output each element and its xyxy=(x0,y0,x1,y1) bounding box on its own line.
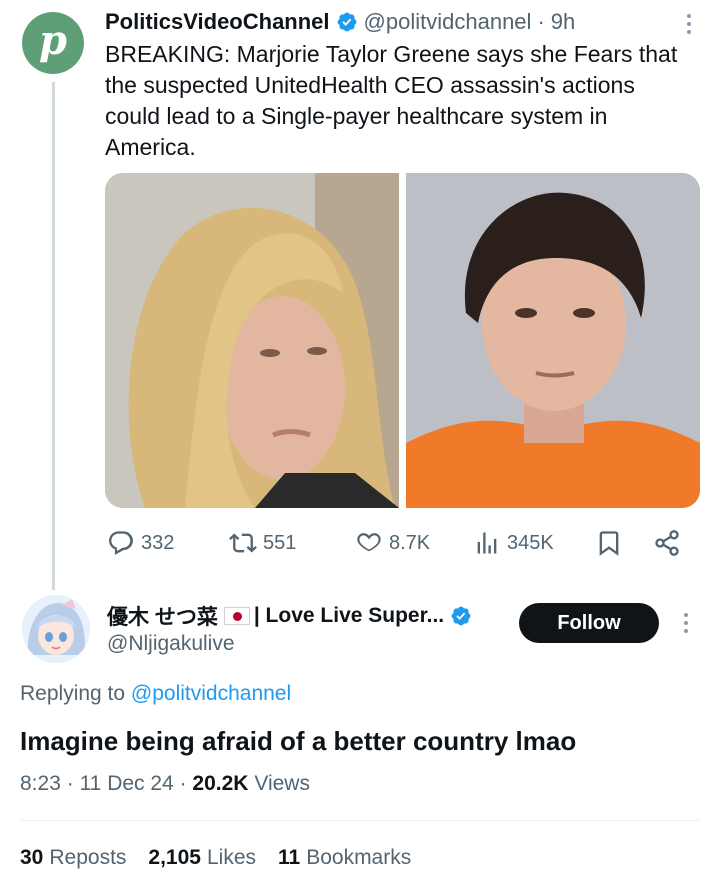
author-name[interactable]: PoliticsVideoChannel xyxy=(105,9,330,35)
replying-to-line: Replying to @politvidchannel xyxy=(20,682,291,706)
bookmarks-stat[interactable]: 11 Bookmarks xyxy=(278,846,411,870)
views-label: Views xyxy=(254,772,310,795)
reply-stats: 30 Reposts 2,105 Likes 11 Bookmarks xyxy=(20,846,411,870)
likes-count: 2,105 xyxy=(148,846,201,869)
repost-icon xyxy=(229,533,257,553)
like-count: 8.7K xyxy=(389,531,431,554)
anime-avatar-illustration xyxy=(22,595,90,663)
analytics-icon xyxy=(477,532,497,554)
original-post: PoliticsVideoChannel @politvidchannel · … xyxy=(105,8,705,163)
views-button[interactable]: 345K xyxy=(473,526,554,560)
avatar[interactable]: p xyxy=(22,12,84,74)
share-button[interactable] xyxy=(653,526,681,560)
like-button[interactable]: 8.7K xyxy=(355,526,430,560)
reply-author-handle[interactable]: @Nljigakulive xyxy=(107,632,235,656)
photo-woman[interactable] xyxy=(105,173,399,508)
verified-badge-icon xyxy=(337,12,356,32)
reply-meta: 8:23 · 11 Dec 24 · 20.2K Views xyxy=(20,772,310,796)
reposts-count: 30 xyxy=(20,846,44,869)
views-count: 20.2K xyxy=(192,772,249,795)
follow-button[interactable]: Follow xyxy=(519,603,659,643)
reply-count: 332 xyxy=(141,531,175,554)
bookmark-icon xyxy=(599,531,619,556)
reply-author-name: 優木 せつ菜 xyxy=(107,606,218,629)
photo-woman-illustration xyxy=(105,173,399,508)
reply-author-name-row[interactable]: 優木 せつ菜 | Love Live Super... xyxy=(107,602,478,630)
repost-count: 551 xyxy=(263,531,297,554)
meta-dot: · xyxy=(66,772,74,795)
views-count: 345K xyxy=(507,531,554,554)
reply-icon xyxy=(109,531,133,555)
bookmarks-count: 11 xyxy=(278,846,301,869)
share-icon xyxy=(655,530,679,556)
reply-time[interactable]: 8:23 xyxy=(20,772,61,795)
repost-button[interactable]: 551 xyxy=(229,526,296,560)
post-action-bar: 332 551 8.7K 345K xyxy=(105,526,705,560)
replying-to-link[interactable]: @politvidchannel xyxy=(131,682,291,705)
reply-text: Imagine being afraid of a better country… xyxy=(20,726,577,756)
post-media[interactable] xyxy=(105,173,700,508)
thread-connector-line xyxy=(52,82,55,590)
divider xyxy=(20,820,700,821)
more-options-icon[interactable] xyxy=(680,611,692,635)
reply-button[interactable]: 332 xyxy=(107,526,174,560)
photo-man[interactable] xyxy=(406,173,700,508)
author-handle[interactable]: @politvidchannel xyxy=(364,9,532,35)
reposts-stat[interactable]: 30 Reposts xyxy=(20,846,126,870)
post-text: BREAKING: Marjorie Taylor Greene says sh… xyxy=(105,41,678,160)
post-header: PoliticsVideoChannel @politvidchannel · … xyxy=(105,8,705,36)
post-time[interactable]: 9h xyxy=(551,9,575,35)
avatar-letter: p xyxy=(39,17,67,64)
reply-author-name-suffix: | Love Live Super... xyxy=(253,604,445,627)
bookmark-button[interactable] xyxy=(595,526,623,560)
photo-man-illustration xyxy=(406,173,700,508)
japan-flag-icon xyxy=(223,607,250,625)
more-options-icon[interactable] xyxy=(683,12,695,36)
bookmarks-label: Bookmarks xyxy=(306,846,412,869)
heart-icon xyxy=(357,533,381,552)
verified-badge-icon xyxy=(451,606,471,626)
reply-author-avatar[interactable] xyxy=(22,595,90,663)
reply-date[interactable]: 11 Dec 24 xyxy=(80,772,174,795)
likes-stat[interactable]: 2,105 Likes xyxy=(148,846,256,870)
likes-label: Likes xyxy=(206,846,256,869)
replying-to-prefix: Replying to xyxy=(20,682,126,705)
separator-dot: · xyxy=(537,9,545,34)
meta-dot: · xyxy=(179,772,187,795)
reposts-label: Reposts xyxy=(49,846,127,869)
